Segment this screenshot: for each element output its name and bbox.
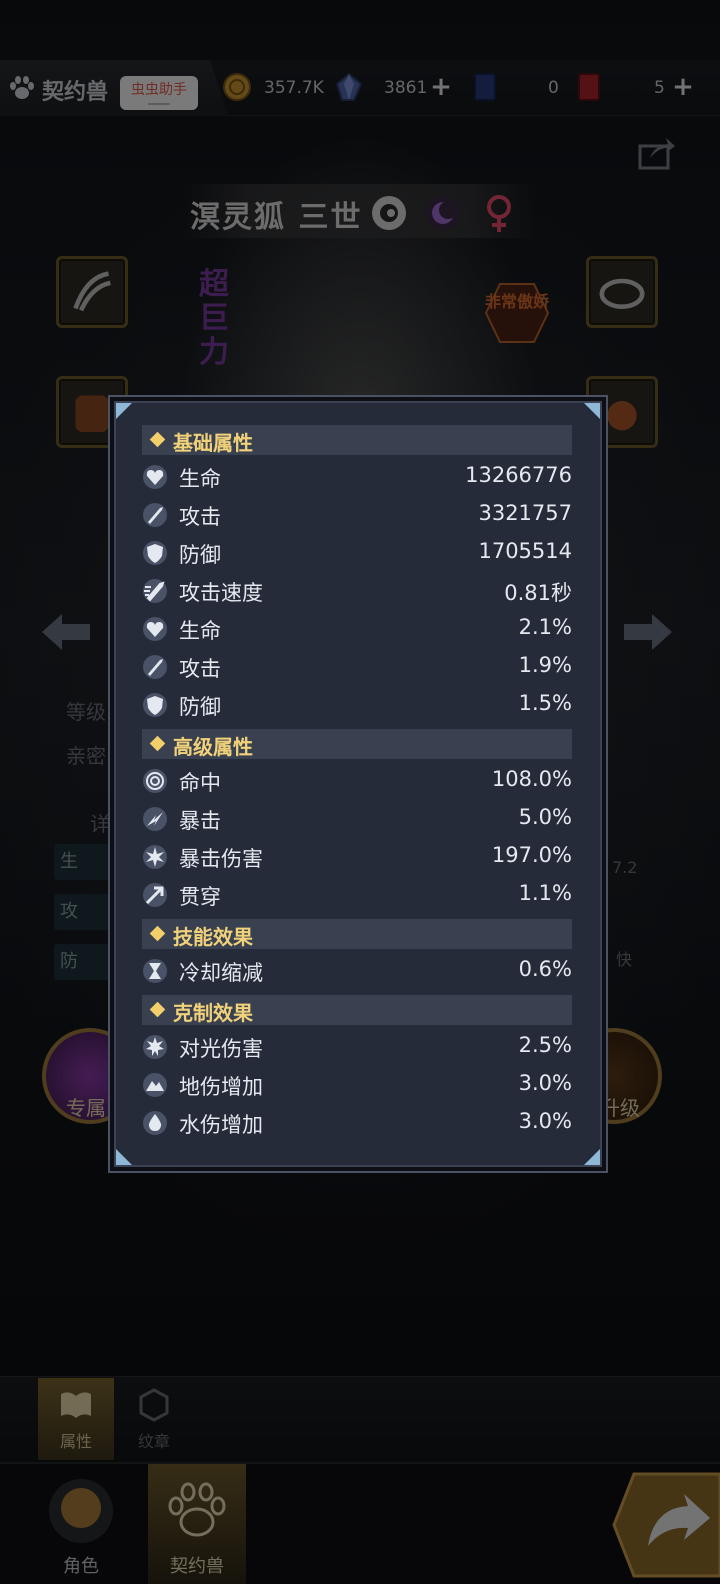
shield-icon [143, 693, 167, 717]
stat-value: 1.9% [518, 653, 572, 677]
stat-label: 冷却缩减 [179, 961, 263, 985]
stat-label: 生命 [179, 467, 221, 491]
burst-icon [143, 845, 167, 869]
stat-value: 3321757 [478, 501, 572, 525]
stat-row-crit: 暴击 5.0% [142, 802, 572, 838]
stat-value: 3.0% [518, 1109, 572, 1133]
stat-value: 3.0% [518, 1071, 572, 1095]
stat-value: 1.1% [518, 881, 572, 905]
heart-icon [143, 617, 167, 641]
stat-label: 命中 [179, 771, 221, 795]
stat-label: 地伤增加 [179, 1075, 263, 1099]
section-header-counter: 克制效果 [142, 995, 572, 1025]
target-icon [143, 769, 167, 793]
stat-label: 防御 [179, 695, 221, 719]
stat-label: 防御 [179, 543, 221, 567]
speed-icon [143, 579, 167, 603]
stat-label: 贯穿 [179, 885, 221, 909]
stat-row-water-dmg: 水伤增加 3.0% [142, 1106, 572, 1142]
stat-label: 攻击速度 [179, 581, 263, 605]
section-title: 高级属性 [173, 735, 253, 759]
hourglass-icon [143, 959, 167, 983]
stat-value: 197.0% [491, 843, 572, 867]
stat-label: 攻击 [179, 657, 221, 681]
stat-value: 2.5% [518, 1033, 572, 1057]
stat-row-hit: 命中 108.0% [142, 764, 572, 800]
diamond-icon [149, 431, 166, 448]
section-header-skill: 技能效果 [142, 919, 572, 949]
stat-value: 0.6% [518, 957, 572, 981]
stat-row-earth-dmg: 地伤增加 3.0% [142, 1068, 572, 1104]
corner-ornament-tl [116, 403, 132, 419]
stat-label: 水伤增加 [179, 1113, 263, 1137]
diamond-icon [149, 925, 166, 942]
stat-label: 生命 [179, 619, 221, 643]
section-title: 克制效果 [173, 1001, 253, 1025]
stat-value: 1705514 [478, 539, 572, 563]
sword-icon [143, 655, 167, 679]
section-title: 基础属性 [173, 431, 253, 455]
stat-row-atk-speed: 攻击速度 0.81秒 [142, 574, 572, 610]
stat-label: 暴击 [179, 809, 221, 833]
heart-icon [143, 465, 167, 489]
water-icon [143, 1111, 167, 1135]
crit-icon [143, 807, 167, 831]
diamond-icon [149, 735, 166, 752]
section-header-basic: 基础属性 [142, 425, 572, 455]
earth-icon [143, 1073, 167, 1097]
stat-value: 5.0% [518, 805, 572, 829]
stat-label: 对光伤害 [179, 1037, 263, 1061]
stat-row-atk: 攻击 3321757 [142, 498, 572, 534]
sword-icon [143, 503, 167, 527]
stat-value: 13266776 [465, 463, 572, 487]
stat-value: 1.5% [518, 691, 572, 715]
stat-row-hp: 生命 13266776 [142, 460, 572, 496]
corner-ornament-br [584, 1149, 600, 1165]
stat-row-def: 防御 1705514 [142, 536, 572, 572]
section-title: 技能效果 [173, 925, 253, 949]
stat-label: 暴击伤害 [179, 847, 263, 871]
corner-ornament-tr [584, 403, 600, 419]
section-header-advanced: 高级属性 [142, 729, 572, 759]
shield-icon [143, 541, 167, 565]
light-icon [143, 1035, 167, 1059]
corner-ornament-bl [116, 1149, 132, 1165]
diamond-icon [149, 1001, 166, 1018]
stat-value: 108.0% [491, 767, 572, 791]
stat-row-cooldown: 冷却缩减 0.6% [142, 954, 572, 990]
stat-value: 0.81秒 [504, 581, 572, 605]
pierce-icon [143, 883, 167, 907]
stat-row-pierce: 贯穿 1.1% [142, 878, 572, 914]
stat-value: 2.1% [518, 615, 572, 639]
stat-row-atk-pct: 攻击 1.9% [142, 650, 572, 686]
stat-row-hp-pct: 生命 2.1% [142, 612, 572, 648]
stat-label: 攻击 [179, 505, 221, 529]
stat-row-light-dmg: 对光伤害 2.5% [142, 1030, 572, 1066]
stat-row-def-pct: 防御 1.5% [142, 688, 572, 724]
stat-row-crit-dmg: 暴击伤害 197.0% [142, 840, 572, 876]
